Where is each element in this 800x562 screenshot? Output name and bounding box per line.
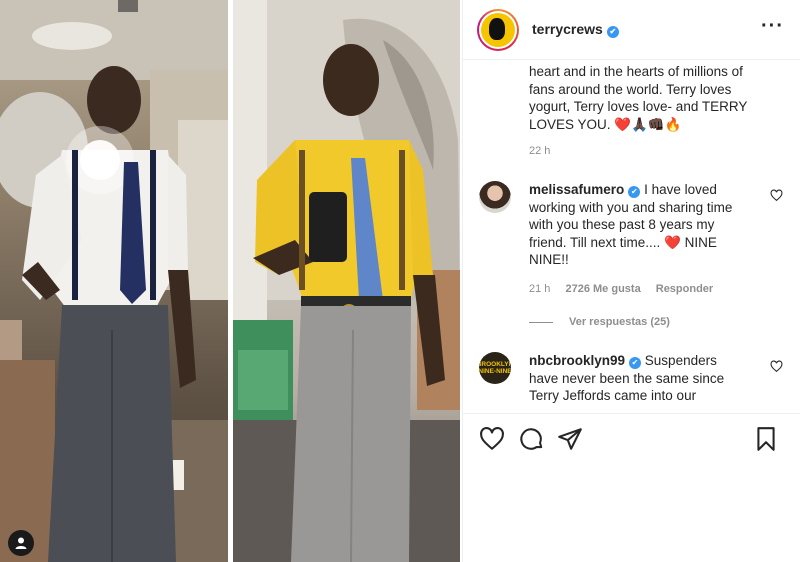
user-tag-icon[interactable] <box>8 530 34 556</box>
comment-body: nbcbrooklyn99 ✔ Suspenders have never bee… <box>529 352 743 405</box>
verified-badge-icon: ✔ <box>629 356 642 369</box>
post-actions-bar <box>463 413 800 461</box>
comment-avatar[interactable]: BROOKLYN NINE-NINE <box>479 352 511 384</box>
caption-line: LOVES YOU. ❤️🙏🏿👊🏿🔥 <box>529 116 682 132</box>
replies-divider <box>529 321 553 323</box>
comment-item: melissafumero ✔ I have loved working with… <box>479 181 789 328</box>
comment-username[interactable]: nbcbrooklyn99 <box>529 353 625 368</box>
view-replies-button[interactable]: Ver respuestas (25) <box>529 316 670 328</box>
comment-body: melissafumero ✔ I have loved working with… <box>529 181 743 269</box>
share-paper-plane-icon[interactable] <box>557 426 583 452</box>
profile-avatar[interactable] <box>477 8 519 51</box>
post-header: terrycrews ✔ ··· <box>463 0 800 60</box>
comment-bubble-icon[interactable] <box>519 426 545 452</box>
comment-like-heart-icon[interactable] <box>770 360 783 373</box>
comment-like-heart-icon[interactable] <box>770 189 783 202</box>
comment-item: BROOKLYN NINE-NINE nbcbrooklyn99 ✔ Suspen… <box>479 352 789 413</box>
caption-timestamp[interactable]: 22 h <box>529 145 550 157</box>
caption-line: yogurt, Terry loves love- and TERRY <box>529 99 748 115</box>
post-caption: heart and in the hearts of millions of f… <box>529 63 789 133</box>
save-bookmark-icon[interactable] <box>753 426 779 452</box>
photo-right-mirror-selfie <box>233 0 460 562</box>
reply-button[interactable]: Responder <box>656 283 713 295</box>
post-media[interactable] <box>0 0 460 562</box>
comment-avatar[interactable] <box>479 181 511 213</box>
view-replies-label[interactable]: Ver respuestas (25) <box>569 316 670 328</box>
photo-left-mirror-selfie <box>0 0 228 562</box>
comments-list[interactable]: heart and in the hearts of millions of f… <box>463 61 800 413</box>
verified-badge-icon: ✔ <box>628 185 641 198</box>
comment-likes[interactable]: 2726 Me gusta <box>565 283 640 295</box>
like-heart-icon[interactable] <box>479 426 505 452</box>
comment-username[interactable]: melissafumero <box>529 182 624 197</box>
caption-line: heart and in the hearts of millions of <box>529 64 743 79</box>
caption-line: fans around the world. Terry loves <box>529 81 732 97</box>
comment-time[interactable]: 21 h <box>529 283 550 295</box>
verified-badge-icon: ✔ <box>606 25 619 38</box>
post-username-text[interactable]: terrycrews <box>532 21 603 37</box>
more-options-icon[interactable]: ··· <box>761 16 784 44</box>
comment-meta: 21 h 2726 Me gusta Responder <box>529 283 725 295</box>
post-sidebar: terrycrews ✔ ··· heart and in the hearts … <box>462 0 800 562</box>
post-username[interactable]: terrycrews ✔ <box>532 21 619 38</box>
brooklyn99-logo-text: BROOKLYN NINE-NINE <box>479 361 511 375</box>
